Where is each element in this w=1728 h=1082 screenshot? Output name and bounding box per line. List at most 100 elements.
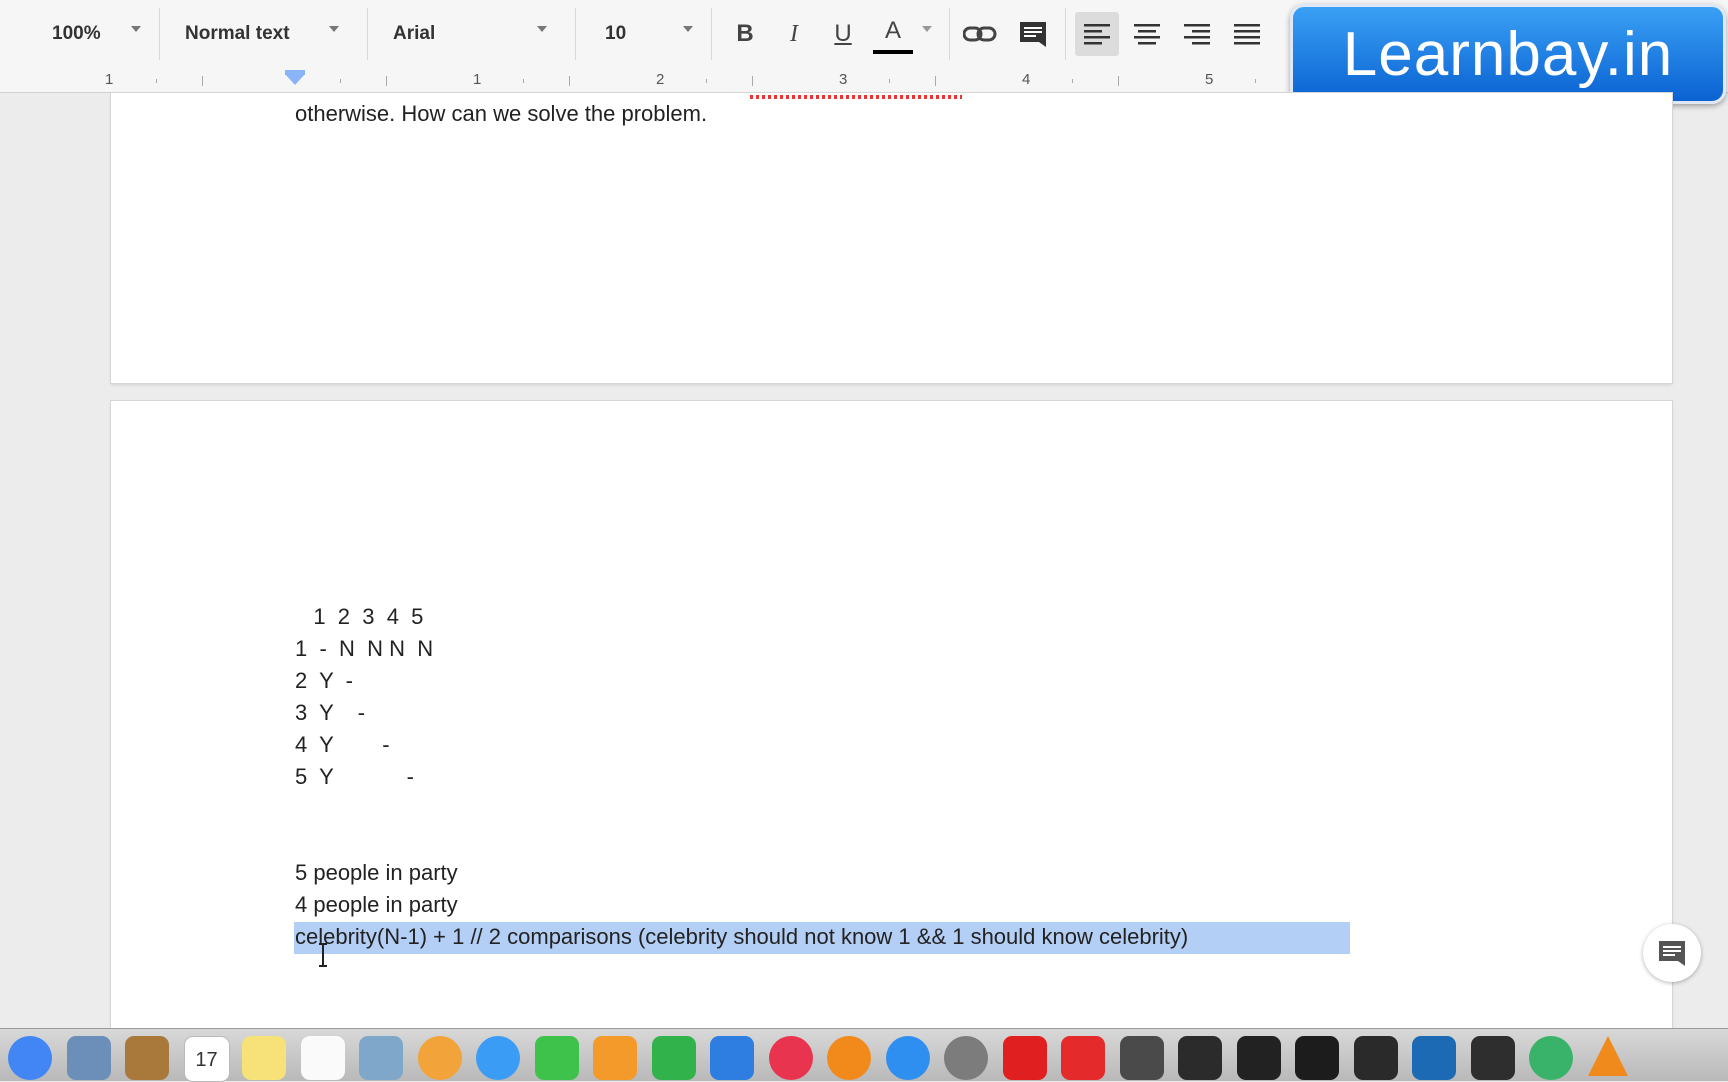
italic-button[interactable]: I [774, 12, 814, 56]
ruler-tick [1255, 79, 1256, 83]
calendar-day: 17 [195, 1049, 218, 1071]
ruler-label: 5 [1205, 71, 1214, 88]
matrix-row[interactable]: 2 Y - [295, 668, 353, 694]
activity-monitor-icon[interactable] [1236, 1036, 1281, 1080]
style-dropdown[interactable]: Normal text [185, 14, 290, 54]
ruler-tick [706, 79, 707, 83]
vlc-icon[interactable] [1587, 1036, 1628, 1076]
learnbay-logo: Learnbay.in [1290, 4, 1726, 104]
toolbar-divider [711, 8, 712, 60]
ruler-label: 1 [105, 71, 114, 88]
zoom-dropdown[interactable]: 100% [52, 14, 101, 54]
reminders-icon[interactable] [300, 1036, 345, 1080]
toolbar-divider [949, 8, 950, 60]
align-justify-icon [1234, 24, 1260, 45]
zoom-chevron-down-icon[interactable] [131, 26, 141, 32]
paragraph[interactable]: otherwise. How can we solve the problem. [295, 101, 707, 127]
align-left-icon [1084, 24, 1110, 45]
comment-icon [1020, 22, 1046, 47]
font-dropdown[interactable]: Arial [393, 14, 435, 54]
itunes-icon[interactable] [768, 1036, 813, 1080]
font-chevron-down-icon[interactable] [537, 26, 547, 32]
note-line[interactable]: 4 people in party [295, 892, 458, 918]
note-line[interactable]: 5 people in party [295, 860, 458, 886]
matrix-row[interactable]: 3 Y - [295, 700, 365, 726]
ruler-label: 2 [656, 71, 665, 88]
ruler-tick [156, 79, 157, 83]
align-right-icon [1184, 24, 1210, 45]
blank-app-icon[interactable] [1470, 1036, 1515, 1080]
toolbar-divider [575, 8, 576, 60]
ruler-tick [386, 76, 387, 86]
toolbar-divider [159, 8, 160, 60]
matrix-row[interactable]: 4 Y - [295, 732, 390, 758]
photos-icon[interactable] [417, 1036, 462, 1080]
matrix-row[interactable]: 5 Y - [295, 764, 414, 790]
ibooks-icon[interactable] [827, 1036, 871, 1080]
text-cursor-icon [319, 943, 327, 967]
ruler-tick [889, 79, 890, 83]
messages-icon[interactable] [476, 1036, 520, 1080]
style-chevron-down-icon[interactable] [329, 26, 339, 32]
font-value: Arial [393, 23, 436, 44]
ruler-label: 1 [473, 71, 482, 88]
link-icon [963, 26, 997, 42]
ruler-label: 3 [839, 71, 848, 88]
virtualbox-icon[interactable] [1412, 1036, 1456, 1080]
app-store-icon[interactable] [885, 1036, 930, 1080]
ruler-tick [569, 76, 570, 86]
comment-icon [1659, 941, 1685, 966]
toolbar-divider [367, 8, 368, 60]
calendar-icon[interactable]: 17 [183, 1036, 230, 1082]
text-color-button[interactable]: A [873, 12, 913, 54]
ruler-label: 4 [1022, 71, 1031, 88]
sublime-icon[interactable] [1119, 1036, 1164, 1080]
align-center-button[interactable] [1125, 12, 1169, 56]
system-preferences-icon[interactable] [944, 1036, 988, 1080]
numbers-icon[interactable] [651, 1036, 696, 1080]
airtel-icon[interactable] [1002, 1036, 1047, 1080]
logo-text: Learnbay.in [1342, 19, 1674, 89]
font-size-dropdown[interactable]: 10 [605, 14, 626, 54]
ruler-tick [752, 76, 753, 86]
matrix-row[interactable]: 1 - N N N N [295, 636, 433, 662]
acrobat-icon[interactable] [1178, 1036, 1222, 1080]
preview-icon[interactable] [359, 1036, 403, 1080]
left-indent-handle[interactable] [285, 74, 305, 85]
align-left-button[interactable] [1075, 12, 1119, 56]
notes-icon[interactable] [242, 1036, 286, 1080]
font-size-chevron-down-icon[interactable] [683, 26, 693, 32]
chrome-icon[interactable] [8, 1036, 52, 1080]
mail-icon[interactable] [66, 1036, 111, 1080]
add-comment-button[interactable] [1643, 924, 1701, 982]
globe-app-icon[interactable] [1529, 1036, 1573, 1080]
facetime-icon[interactable] [534, 1036, 579, 1080]
ruler-tick [1072, 79, 1073, 83]
ruler-tick [202, 76, 203, 86]
insert-link-button[interactable] [958, 12, 1002, 56]
ruler-tick [340, 79, 341, 83]
spellcheck-underline [750, 95, 962, 99]
bold-button[interactable]: B [725, 12, 765, 56]
toolbar-divider [1065, 8, 1066, 60]
align-justify-button[interactable] [1225, 12, 1269, 56]
ruler-tick [935, 76, 936, 86]
contacts-icon[interactable] [125, 1036, 169, 1080]
terminal-icon[interactable] [1295, 1036, 1339, 1080]
ruler-tick [523, 79, 524, 83]
keynote-icon[interactable] [710, 1036, 754, 1080]
document-page[interactable] [111, 93, 1672, 383]
console-icon[interactable] [1353, 1036, 1398, 1080]
matrix-header[interactable]: 1 2 3 4 5 [295, 604, 423, 630]
airtel-red-icon[interactable] [1061, 1036, 1105, 1080]
underline-button[interactable]: U [823, 12, 863, 56]
font-size-value: 10 [605, 23, 627, 44]
zoom-value: 100% [52, 23, 101, 44]
align-right-button[interactable] [1175, 12, 1219, 56]
selected-note-line[interactable]: celebrity(N-1) + 1 // 2 comparisons (cel… [295, 924, 1188, 950]
insert-comment-button[interactable] [1011, 12, 1055, 56]
pages-icon[interactable] [593, 1036, 637, 1080]
align-center-icon [1134, 24, 1160, 45]
text-color-chevron-down-icon[interactable] [922, 26, 932, 32]
ruler-tick [1118, 76, 1119, 86]
